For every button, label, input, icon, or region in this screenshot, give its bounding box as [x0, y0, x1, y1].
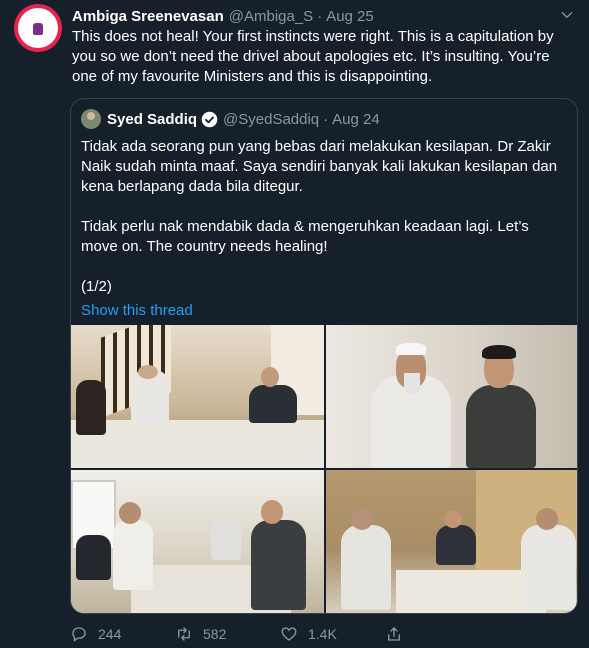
photo-3[interactable] [71, 470, 324, 613]
author-handle[interactable]: @Ambiga_S [229, 8, 313, 25]
quoted-author-name: Syed Saddiq [107, 110, 198, 128]
show-thread-link[interactable]: Show this thread [81, 301, 569, 321]
reply-count: 244 [98, 626, 122, 642]
tweet-text: This does not heal! Your first instincts… [72, 28, 554, 85]
quoted-header: Syed Saddiq @SyedSaddiq · Aug 24 [81, 109, 380, 129]
tweet-date[interactable]: Aug 25 [326, 8, 374, 25]
heart-icon [281, 627, 297, 641]
fist-icon [33, 22, 43, 35]
quoted-paragraph: Tidak perlu nak mendabik dada & mengeruh… [81, 218, 529, 255]
quoted-date: Aug 24 [332, 110, 380, 128]
photo-grid [71, 325, 577, 613]
tweet-actions: 244 582 1.4K [70, 624, 490, 644]
share-icon [388, 627, 400, 641]
quoted-paragraph: Tidak ada seorang pun yang bebas dari me… [81, 138, 558, 195]
like-count: 1.4K [308, 626, 337, 642]
avatar-logo [18, 8, 58, 48]
retweet-button[interactable]: 582 [175, 625, 280, 643]
photo-1[interactable] [71, 325, 324, 468]
quoted-text: Tidak ada seorang pun yang bebas dari me… [81, 137, 569, 321]
photo-4[interactable] [326, 470, 577, 613]
retweet-count: 582 [203, 626, 227, 642]
quoted-tweet[interactable]: Syed Saddiq @SyedSaddiq · Aug 24 Tidak a… [70, 98, 578, 614]
chevron-down-icon[interactable] [559, 8, 575, 24]
reply-button[interactable]: 244 [70, 625, 175, 643]
tweet[interactable]: Ambiga Sreenevasan @Ambiga_S · Aug 25 Th… [0, 0, 589, 648]
share-button[interactable] [385, 625, 490, 643]
quoted-avatar[interactable] [81, 109, 101, 129]
separator: · [317, 7, 323, 25]
quoted-paragraph: (1/2) [81, 278, 112, 295]
verified-badge-icon [201, 111, 218, 128]
author-avatar[interactable] [14, 4, 62, 52]
tweet-header: Ambiga Sreenevasan @Ambiga_S · Aug 25 [72, 6, 569, 26]
quoted-author-handle: @SyedSaddiq [223, 110, 320, 128]
quoted-separator: · [323, 110, 329, 128]
retweet-icon [178, 627, 190, 641]
photo-2[interactable] [326, 325, 577, 468]
reply-icon [72, 627, 86, 642]
like-button[interactable]: 1.4K [280, 625, 385, 643]
author-name[interactable]: Ambiga Sreenevasan [72, 8, 224, 25]
